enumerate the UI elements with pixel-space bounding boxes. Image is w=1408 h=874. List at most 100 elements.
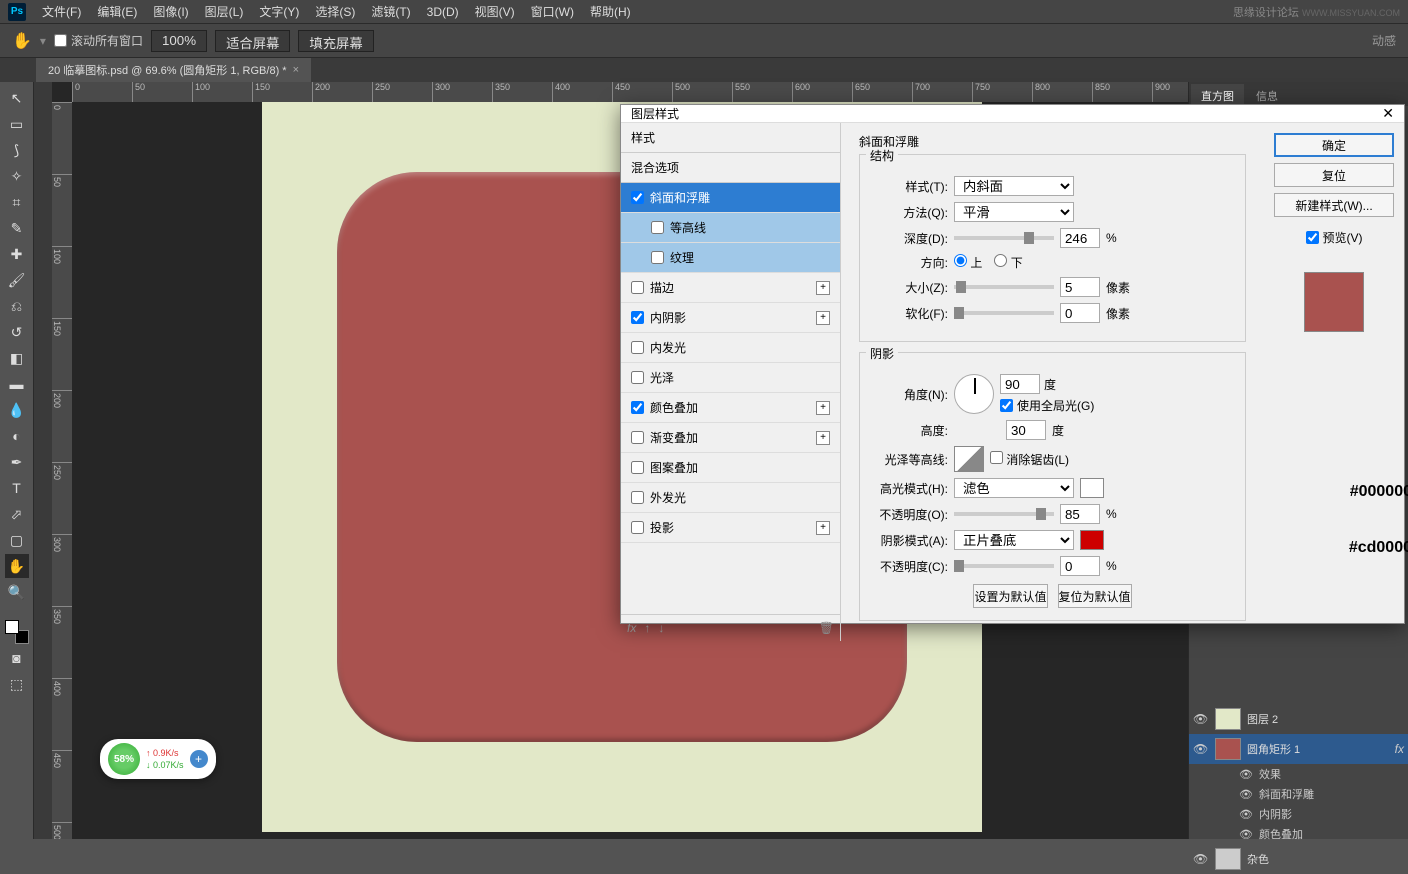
brush-tool[interactable]: 🖌 (5, 268, 29, 292)
shape-tool[interactable]: ▢ (5, 528, 29, 552)
hand-tool[interactable]: ✋ (5, 554, 29, 578)
add-effect-icon[interactable]: + (816, 281, 830, 295)
effects-row[interactable]: 👁效果 (1189, 764, 1408, 784)
document-tab[interactable]: 20 临摹图标.psd @ 69.6% (圆角矩形 1, RGB/8) * × (36, 58, 311, 82)
style-list-item[interactable]: 等高线 (621, 213, 840, 243)
foreground-color-swatch[interactable] (5, 620, 19, 634)
soften-input[interactable] (1060, 303, 1100, 323)
add-effect-icon[interactable]: + (816, 521, 830, 535)
crop-tool[interactable]: ⌗ (5, 190, 29, 214)
blend-options[interactable]: 混合选项 (621, 153, 840, 183)
shadow-opacity-input[interactable] (1060, 556, 1100, 576)
style-list-item[interactable]: 纹理 (621, 243, 840, 273)
pen-tool[interactable]: ✒ (5, 450, 29, 474)
size-slider[interactable] (954, 285, 1054, 289)
add-effect-icon[interactable]: + (816, 431, 830, 445)
style-list-item[interactable]: 投影+ (621, 513, 840, 543)
style-select[interactable]: 内斜面 (954, 176, 1074, 196)
soften-slider[interactable] (954, 311, 1054, 315)
style-list-item[interactable]: 图案叠加 (621, 453, 840, 483)
menu-filter[interactable]: 滤镜(T) (363, 3, 418, 20)
menu-select[interactable]: 选择(S) (307, 3, 363, 20)
highlight-mode-select[interactable]: 滤色 (954, 478, 1074, 498)
style-list-item[interactable]: 光泽 (621, 363, 840, 393)
global-light-checkbox[interactable]: 使用全局光(G) (1000, 397, 1094, 414)
direction-down-radio[interactable]: 下 (994, 254, 1022, 271)
dialog-titlebar[interactable]: 图层样式 ✕ (621, 105, 1404, 123)
add-effect-icon[interactable]: + (816, 311, 830, 325)
make-default-button[interactable]: 设置为默认值 (973, 584, 1047, 608)
zoom-tool[interactable]: 🔍 (5, 580, 29, 604)
style-list-item[interactable]: 斜面和浮雕 (621, 183, 840, 213)
reset-button[interactable]: 复位 (1274, 163, 1394, 187)
trash-icon[interactable]: 🗑 (819, 621, 834, 635)
depth-input[interactable] (1060, 228, 1100, 248)
style-list-item[interactable]: 外发光 (621, 483, 840, 513)
menu-image[interactable]: 图像(I) (145, 3, 196, 20)
gloss-contour[interactable] (954, 446, 984, 472)
depth-slider[interactable] (954, 236, 1054, 240)
style-list-item[interactable]: 内发光 (621, 333, 840, 363)
preview-checkbox[interactable]: 预览(V) (1274, 229, 1394, 246)
technique-select[interactable]: 平滑 (954, 202, 1074, 222)
screen-mode-tool[interactable]: ⬚ (5, 672, 29, 696)
blur-tool[interactable]: 💧 (5, 398, 29, 422)
color-swatches[interactable] (5, 620, 29, 644)
style-list-item[interactable]: 渐变叠加+ (621, 423, 840, 453)
visibility-icon[interactable]: 👁 (1193, 852, 1209, 866)
effect-color-overlay[interactable]: 👁颜色叠加 (1189, 824, 1408, 844)
dodge-tool[interactable]: ◐ (5, 424, 29, 448)
layer-row[interactable]: 👁 图层 2 (1189, 704, 1408, 734)
add-effect-icon[interactable]: + (816, 401, 830, 415)
magic-wand-tool[interactable]: ✧ (5, 164, 29, 188)
highlight-opacity-input[interactable] (1060, 504, 1100, 524)
new-style-button[interactable]: 新建样式(W)... (1274, 193, 1394, 217)
clone-tool[interactable]: ⎌ (5, 294, 29, 318)
fill-screen-button[interactable]: 填充屏幕 (298, 30, 373, 52)
move-tool[interactable]: ↖ (5, 86, 29, 110)
size-input[interactable] (1060, 277, 1100, 297)
path-select-tool[interactable]: ⬀ (5, 502, 29, 526)
text-tool[interactable]: T (5, 476, 29, 500)
fit-screen-button[interactable]: 适合屏幕 (215, 30, 290, 52)
quick-mask-tool[interactable]: ◙ (5, 646, 29, 670)
gradient-tool[interactable]: ▬ (5, 372, 29, 396)
styles-header[interactable]: 样式 (621, 123, 840, 153)
angle-input[interactable] (1000, 374, 1040, 394)
fx-icon[interactable]: fx (627, 621, 636, 635)
menu-layer[interactable]: 图层(L) (197, 3, 252, 20)
histogram-tab[interactable]: 直方图 (1191, 84, 1244, 104)
down-arrow-icon[interactable]: ↓ (658, 621, 664, 635)
eraser-tool[interactable]: ◧ (5, 346, 29, 370)
menu-3d[interactable]: 3D(D) (419, 5, 467, 19)
shadow-mode-select[interactable]: 正片叠底 (954, 530, 1074, 550)
close-icon[interactable]: ✕ (1382, 105, 1394, 122)
menu-type[interactable]: 文字(Y) (251, 3, 307, 20)
marquee-tool[interactable]: ▭ (5, 112, 29, 136)
effect-bevel[interactable]: 👁斜面和浮雕 (1189, 784, 1408, 804)
shadow-opacity-slider[interactable] (954, 564, 1054, 568)
scroll-all-windows-checkbox[interactable]: 滚动所有窗口 (54, 32, 143, 49)
highlight-color-swatch[interactable] (1080, 478, 1104, 498)
angle-dial[interactable] (954, 374, 994, 414)
visibility-icon[interactable]: 👁 (1193, 742, 1209, 756)
antialias-checkbox[interactable]: 消除锯齿(L) (990, 451, 1069, 468)
ok-button[interactable]: 确定 (1274, 133, 1394, 157)
lasso-tool[interactable]: ⟆ (5, 138, 29, 162)
history-brush-tool[interactable]: ↺ (5, 320, 29, 344)
visibility-icon[interactable]: 👁 (1193, 712, 1209, 726)
close-tab-icon[interactable]: × (293, 64, 299, 76)
style-list-item[interactable]: 内阴影+ (621, 303, 840, 333)
effect-inner-shadow[interactable]: 👁内阴影 (1189, 804, 1408, 824)
layer-row[interactable]: 👁 杂色 (1189, 844, 1408, 874)
healing-tool[interactable]: ✚ (5, 242, 29, 266)
shadow-color-swatch[interactable] (1080, 530, 1104, 550)
altitude-input[interactable] (1006, 420, 1046, 440)
zoom-level-button[interactable]: 100% (151, 30, 207, 52)
plus-icon[interactable]: + (190, 750, 208, 768)
style-list-item[interactable]: 颜色叠加+ (621, 393, 840, 423)
layer-row-selected[interactable]: 👁 圆角矩形 1 fx (1189, 734, 1408, 764)
info-tab[interactable]: 信息 (1246, 84, 1288, 104)
direction-up-radio[interactable]: 上 (954, 254, 982, 271)
style-list-item[interactable]: 描边+ (621, 273, 840, 303)
